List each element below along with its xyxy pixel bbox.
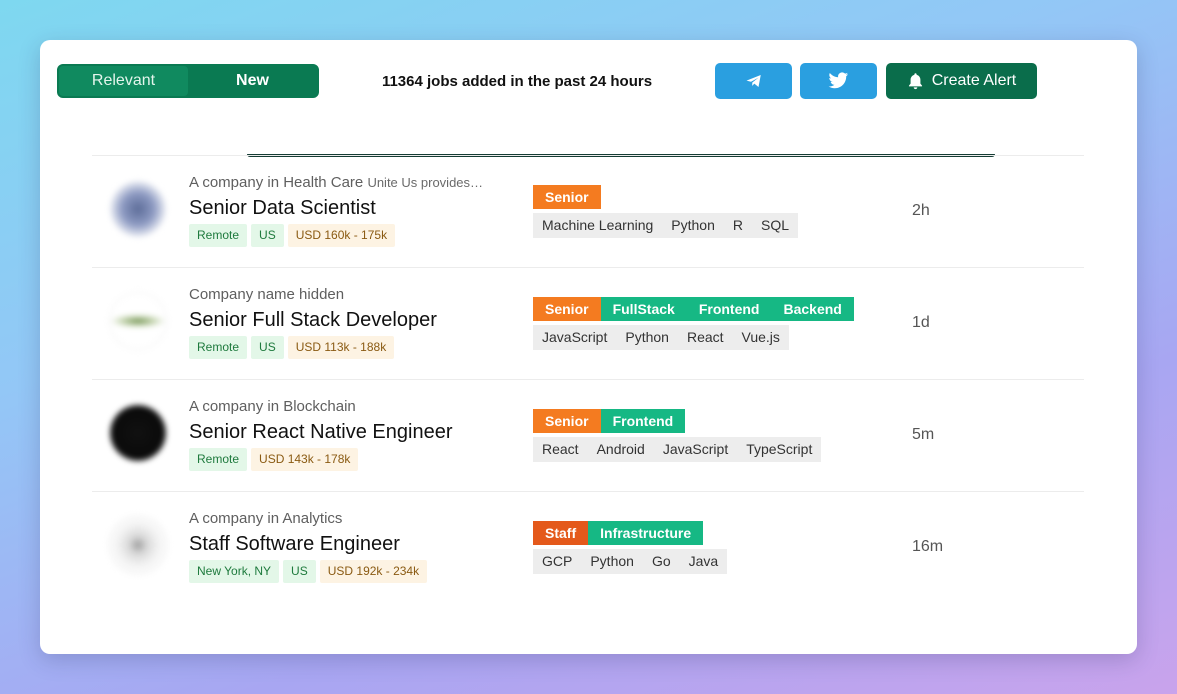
category-label: Frontend <box>686 297 772 321</box>
country-chip: US <box>251 336 284 359</box>
skill-tag: GCP <box>542 553 573 569</box>
job-row[interactable]: A company in Analytics Staff Software En… <box>92 491 1084 603</box>
create-alert-label: Create Alert <box>931 72 1017 89</box>
seniority-label: Senior <box>533 297 601 321</box>
skill-tag: Machine Learning <box>542 217 654 233</box>
sort-option-relevant[interactable]: Relevant <box>59 66 188 96</box>
telegram-button[interactable] <box>715 63 792 99</box>
category-label: FullStack <box>600 297 687 321</box>
posted-age: 1d <box>912 314 930 331</box>
location-chip: Remote <box>189 336 248 359</box>
skill-tag: JavaScript <box>662 441 729 457</box>
skill-tag: Python <box>590 553 634 569</box>
location-chip: Remote <box>189 224 248 247</box>
job-meta: Remote US USD 160k - 175k <box>189 224 396 247</box>
posted-age: 16m <box>912 538 944 555</box>
company-name: Company name hidden <box>189 286 345 303</box>
job-title[interactable]: Senior Full Stack Developer <box>189 309 437 332</box>
category-label: Backend <box>771 297 854 321</box>
twitter-icon <box>828 72 849 89</box>
seniority-label: Senior <box>533 409 601 433</box>
job-labels: Senior FullStack Frontend Backend <box>533 297 854 321</box>
company-logo <box>110 293 166 349</box>
company-line: A company in Analytics <box>189 510 519 527</box>
job-meta: Remote US USD 113k - 188k <box>189 336 395 359</box>
category-label: Frontend <box>600 409 686 433</box>
skill-tags: GCP Python Go Java <box>533 549 728 574</box>
skill-tag: Java <box>688 553 719 569</box>
category-label: Infrastructure <box>588 521 704 545</box>
skill-tags: Machine Learning Python R SQL <box>533 213 799 238</box>
create-alert-button[interactable]: Create Alert <box>886 63 1037 99</box>
telegram-icon <box>746 75 761 87</box>
job-row[interactable]: A company in Blockchain Senior React Nat… <box>92 379 1084 491</box>
posted-age: 2h <box>912 202 930 219</box>
skill-tag: React <box>686 329 724 345</box>
company-line: A company in Blockchain <box>189 398 519 415</box>
sort-toggle[interactable]: Relevant New <box>57 64 319 98</box>
seniority-label: Staff <box>533 521 589 545</box>
skill-tag: SQL <box>761 217 790 233</box>
company-name: A company in Blockchain <box>189 398 356 415</box>
job-row[interactable]: A company in Health Care Unite Us provid… <box>92 155 1084 267</box>
salary-chip: USD 160k - 175k <box>287 224 396 247</box>
toolbar: Relevant New 11364 jobs added in the pas… <box>57 63 1037 99</box>
company-logo <box>110 517 166 573</box>
skill-tags: JavaScript Python React Vue.js <box>533 325 789 350</box>
salary-chip: USD 143k - 178k <box>251 448 359 471</box>
salary-chip: USD 192k - 234k <box>319 560 428 583</box>
bell-icon <box>908 73 922 90</box>
job-title[interactable]: Senior Data Scientist <box>189 197 376 220</box>
skill-tag: Go <box>651 553 671 569</box>
posted-age: 5m <box>912 426 935 443</box>
company-name: A company in Analytics <box>189 510 343 527</box>
location-chip: New York, NY <box>189 560 280 583</box>
company-logo <box>110 405 166 461</box>
jobs-added-headline: 11364 jobs added in the past 24 hours <box>381 72 653 90</box>
job-meta: New York, NY US USD 192k - 234k <box>189 560 428 583</box>
job-row[interactable]: Company name hidden Senior Full Stack De… <box>92 267 1084 379</box>
company-line: Company name hidden <box>189 286 519 303</box>
job-title[interactable]: Staff Software Engineer <box>189 533 400 556</box>
skill-tag: R <box>732 217 744 233</box>
skill-tag: Python <box>671 217 715 233</box>
skill-tag: TypeScript <box>746 441 813 457</box>
skill-tag: Python <box>625 329 669 345</box>
company-description: Unite Us provides… <box>367 175 484 190</box>
job-labels: Staff Infrastructure <box>533 521 704 545</box>
job-meta: Remote USD 143k - 178k <box>189 448 359 471</box>
skill-tag: JavaScript <box>542 329 608 345</box>
salary-chip: USD 113k - 188k <box>287 336 395 359</box>
job-labels: Senior Frontend <box>533 409 686 433</box>
skill-tags: React Android JavaScript TypeScript <box>533 437 822 462</box>
job-labels: Senior <box>533 185 601 209</box>
company-name: A company in Health Care <box>189 174 364 191</box>
skill-tag: React <box>542 441 579 457</box>
skill-tag: Vue.js <box>741 329 780 345</box>
country-chip: US <box>251 224 284 247</box>
job-list: A company in Health Care Unite Us provid… <box>92 155 1084 603</box>
location-chip: Remote <box>189 448 248 471</box>
seniority-label: Senior <box>533 185 601 209</box>
skill-tag: Android <box>596 441 645 457</box>
company-line: A company in Health Care Unite Us provid… <box>189 174 519 191</box>
sort-option-new[interactable]: New <box>188 66 317 96</box>
company-logo <box>110 181 166 237</box>
twitter-button[interactable] <box>800 63 877 99</box>
country-chip: US <box>283 560 316 583</box>
job-title[interactable]: Senior React Native Engineer <box>189 421 452 444</box>
